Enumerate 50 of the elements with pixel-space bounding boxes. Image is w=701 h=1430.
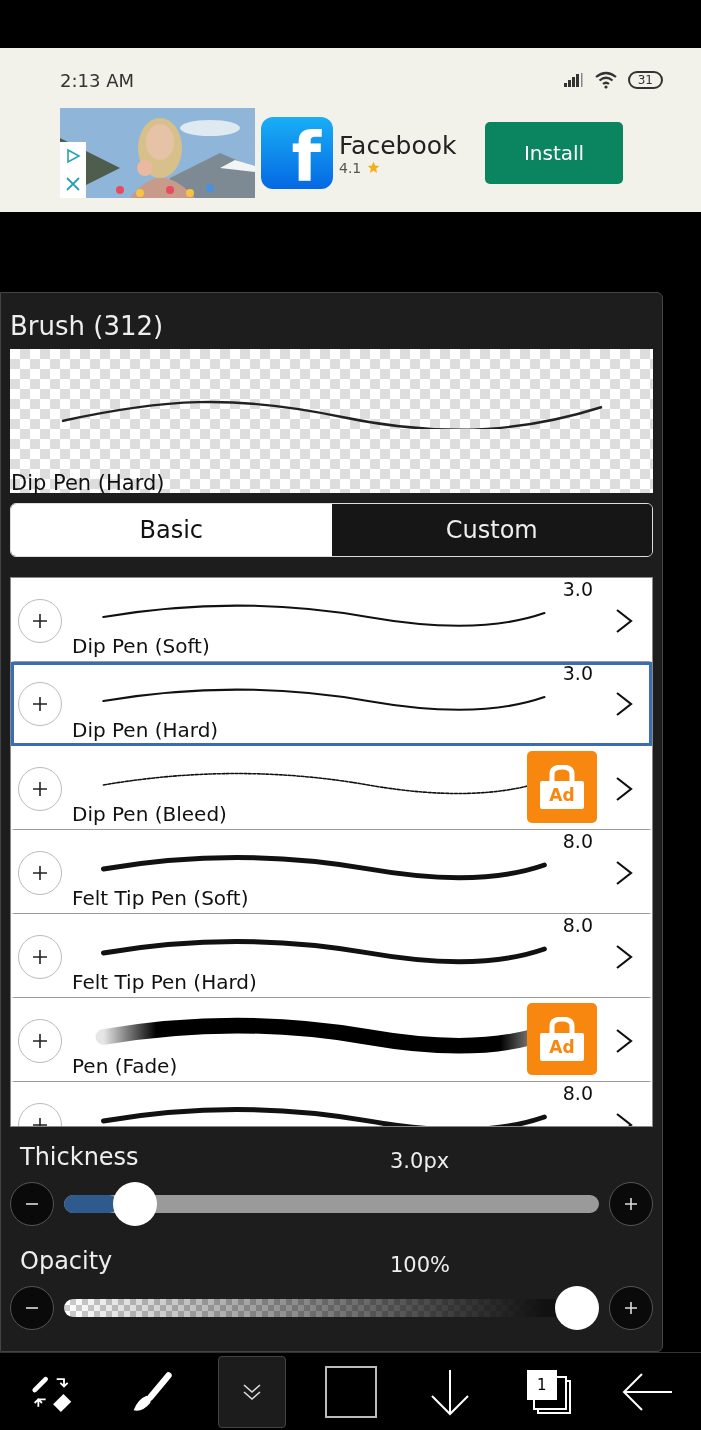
status-time: 2:13 AM <box>60 69 134 91</box>
close-icon[interactable] <box>65 176 81 192</box>
brush-name: Dip Pen (Hard) <box>72 719 220 741</box>
wifi-icon <box>593 71 618 89</box>
brush-size: 3.0 <box>562 663 593 683</box>
app-rating: 4.1 <box>339 159 362 176</box>
brush-name: Felt Tip Pen (Soft) <box>72 887 250 909</box>
chevron-right-icon[interactable] <box>614 690 634 718</box>
arrow-left-icon <box>621 1371 674 1412</box>
slider[interactable] <box>64 1286 599 1330</box>
brush-row[interactable]: 3.0 Dip Pen (Hard) <box>11 662 652 746</box>
signal-icon <box>563 73 584 87</box>
app-logo: f <box>261 117 333 189</box>
install-button[interactable]: Install <box>485 122 623 184</box>
chevron-right-icon[interactable] <box>614 1027 634 1055</box>
tab[interactable]: Custom <box>331 504 652 556</box>
minus-icon <box>26 1307 38 1309</box>
slider-reading: 3.0px <box>390 1149 451 1173</box>
minus-icon <box>26 1203 38 1205</box>
brush-size: 8.0 <box>562 1083 593 1103</box>
slider-label: Opacity <box>20 1247 114 1275</box>
play-icon[interactable] <box>65 148 81 164</box>
panel-title: Brush (312) <box>10 311 165 341</box>
battery-indicator: 31 <box>627 71 663 89</box>
increase-button[interactable] <box>609 1286 653 1330</box>
brush-name: Pen (Fade) <box>72 1055 179 1077</box>
slider-reading: 100% <box>390 1253 452 1277</box>
plus-icon <box>623 1300 639 1316</box>
brush-name: Dip Pen (Bleed) <box>72 803 228 825</box>
slider-thumb[interactable] <box>555 1286 599 1330</box>
brush-size: 8.0 <box>562 831 593 851</box>
brush-size: 3.0 <box>562 579 593 599</box>
slider-thumb[interactable] <box>113 1182 158 1226</box>
preview-brush-name: Dip Pen (Hard) <box>11 471 165 495</box>
slider-label: Thickness <box>20 1143 140 1171</box>
chevron-right-icon[interactable] <box>614 775 634 803</box>
color-square-icon <box>325 1365 378 1418</box>
increase-button[interactable] <box>609 1182 653 1226</box>
plus-icon <box>623 1196 639 1212</box>
star-icon <box>367 161 381 174</box>
chevron-right-icon[interactable] <box>614 943 634 971</box>
chevron-right-icon[interactable] <box>614 859 634 887</box>
chevron-right-icon[interactable] <box>614 607 634 635</box>
tab[interactable]: Basic <box>11 504 332 556</box>
brush-size: 8.0 <box>562 915 593 935</box>
slider[interactable] <box>64 1182 599 1226</box>
brush-name: Dip Pen (Soft) <box>72 635 211 657</box>
toolbar-button[interactable]: 1 <box>515 1356 582 1427</box>
brush-name: Felt Tip Pen (Hard) <box>72 971 258 993</box>
app-name: Facebook <box>339 130 458 160</box>
